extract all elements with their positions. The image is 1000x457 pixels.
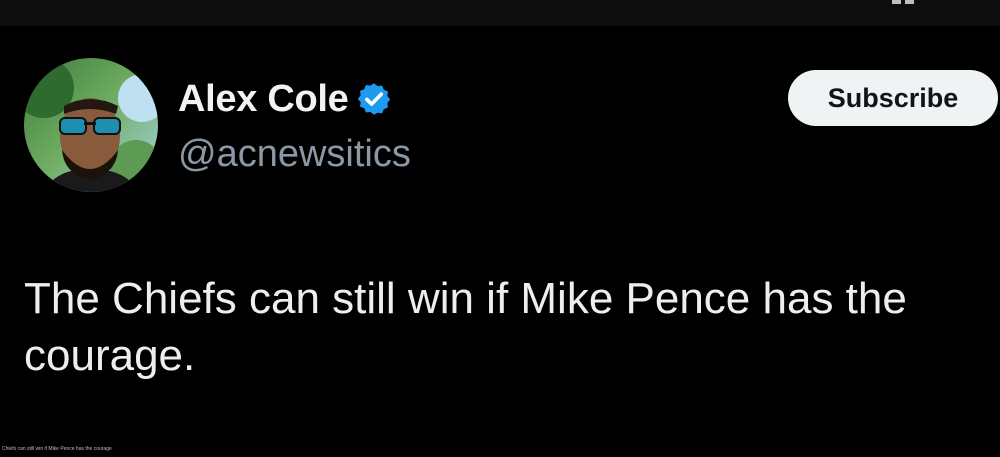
image-caption: Chiefs can still win if Mike Pence has t… [2,446,112,452]
tweet-screenshot: Alex Cole @acnewsitics Subscribe The Chi… [0,0,1000,457]
profile-photo-icon [24,58,158,192]
display-name[interactable]: Alex Cole [178,78,349,121]
subscribe-button[interactable]: Subscribe [788,70,998,126]
avatar[interactable] [24,58,158,192]
author-handle[interactable]: @acnewsitics [178,133,411,176]
tweet-text: The Chiefs can still win if Mike Pence h… [24,274,907,380]
author-name-row: Alex Cole [178,76,392,122]
verified-badge-icon [358,83,391,115]
top-bar [0,0,1000,26]
more-options-icon[interactable] [892,0,914,4]
